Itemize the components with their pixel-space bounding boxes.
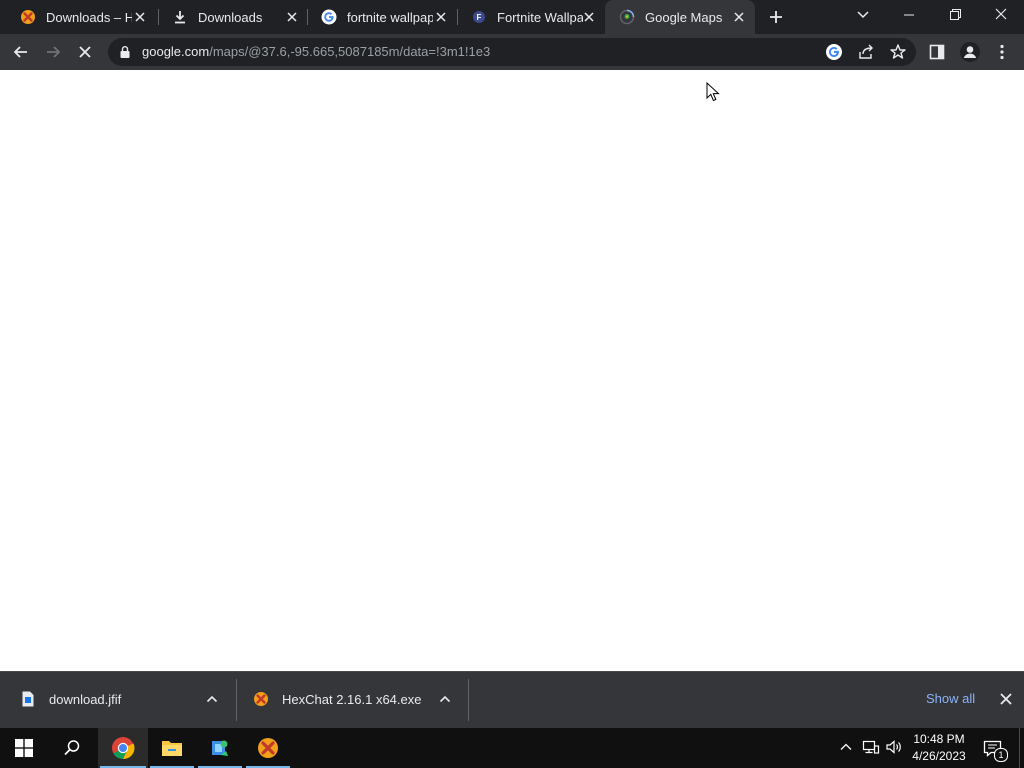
taskbar-network-app[interactable]	[196, 728, 244, 768]
tab-label: Fortnite Wallpap	[497, 9, 583, 25]
chevron-up-icon	[206, 695, 218, 703]
url-host: google.com	[142, 44, 210, 59]
network-app-icon	[212, 740, 228, 756]
tab-label: Downloads	[198, 9, 263, 25]
show-hidden-icons-button[interactable]	[839, 740, 853, 754]
forward-arrow-icon	[47, 46, 61, 58]
tab-label: fortnite wallpap	[347, 9, 433, 25]
profile-button[interactable]	[959, 41, 981, 63]
hexchat-icon	[253, 691, 269, 707]
restore-icon	[950, 9, 961, 20]
chevron-up-icon	[439, 695, 451, 703]
forward-button[interactable]	[43, 42, 63, 62]
action-center-button[interactable]: 1	[983, 739, 1008, 762]
loading-spinner-icon	[619, 9, 635, 25]
stop-loading-button[interactable]	[75, 42, 95, 62]
tab-fortnite-wallpapers[interactable]: F Fortnite Wallpap	[457, 0, 605, 34]
notification-count-badge: 1	[994, 748, 1008, 762]
google-lens-button[interactable]	[825, 43, 843, 61]
download-separator	[236, 679, 237, 721]
bookmark-button[interactable]	[889, 43, 907, 61]
menu-button[interactable]	[995, 43, 1009, 61]
network-icon	[862, 740, 880, 754]
google-icon	[321, 9, 337, 25]
taskbar-hexchat[interactable]	[244, 728, 292, 768]
close-tab-icon[interactable]	[132, 9, 148, 25]
google-icon	[826, 44, 842, 60]
download-filename: HexChat 2.16.1 x64.exe	[282, 691, 422, 707]
show-all-downloads-link[interactable]: Show all	[926, 691, 975, 706]
show-desktop-button[interactable]	[1019, 728, 1024, 768]
download-options-button[interactable]	[205, 692, 219, 706]
close-window-button[interactable]	[988, 4, 1014, 26]
share-icon	[859, 44, 873, 59]
lock-icon[interactable]	[119, 45, 131, 59]
download-item[interactable]: download.jfif	[22, 671, 232, 727]
minimize-button[interactable]	[896, 4, 922, 26]
page-content[interactable]	[0, 70, 1024, 671]
svg-text:F: F	[477, 13, 482, 22]
search-icon	[64, 740, 80, 756]
close-downloads-bar-button[interactable]	[999, 692, 1013, 706]
side-panel-button[interactable]	[928, 43, 946, 61]
chevron-down-icon	[857, 11, 869, 19]
download-separator	[468, 679, 469, 721]
share-button[interactable]	[857, 43, 875, 61]
speaker-icon	[886, 740, 901, 754]
fortnite-site-icon: F	[471, 9, 487, 25]
hexchat-icon	[258, 738, 278, 758]
download-icon	[172, 9, 188, 25]
clock-date: 4/26/2023	[912, 749, 966, 763]
taskbar-chrome[interactable]	[98, 728, 148, 768]
file-icon	[22, 691, 34, 707]
hexchat-icon	[20, 9, 36, 25]
tab-label: Google Maps	[645, 9, 723, 25]
windows-start-icon	[15, 739, 33, 757]
network-status-button[interactable]	[862, 739, 880, 755]
minimize-icon	[904, 14, 914, 16]
close-icon	[995, 8, 1007, 20]
file-explorer-icon	[162, 741, 182, 756]
tab-downloads[interactable]: Downloads	[158, 0, 308, 34]
stop-icon	[79, 46, 91, 58]
clock-time: 10:48 PM	[913, 732, 965, 746]
download-filename: download.jfif	[49, 691, 122, 707]
close-tab-icon[interactable]	[731, 9, 747, 25]
side-panel-icon	[929, 44, 945, 60]
chevron-up-icon	[840, 743, 852, 750]
back-arrow-icon	[13, 46, 27, 58]
plus-icon	[770, 11, 782, 23]
tab-downloads-hexchat[interactable]: Downloads – He	[6, 0, 156, 34]
system-clock[interactable]: 10:48 PM 4/26/2023	[908, 731, 970, 765]
close-tab-icon[interactable]	[284, 9, 300, 25]
close-tab-icon[interactable]	[581, 9, 597, 25]
tab-google-maps[interactable]: Google Maps	[605, 0, 755, 34]
tab-label: Downloads – He	[46, 9, 132, 25]
tab-search-button[interactable]	[853, 7, 873, 23]
close-icon	[1000, 693, 1012, 705]
close-tab-icon[interactable]	[433, 9, 449, 25]
profile-avatar-icon	[960, 42, 980, 62]
back-button[interactable]	[11, 42, 31, 62]
download-item[interactable]: HexChat 2.16.1 x64.exe	[253, 671, 438, 727]
kebab-menu-icon	[1000, 44, 1004, 60]
taskbar-file-explorer[interactable]	[148, 728, 196, 768]
chrome-icon	[112, 737, 135, 760]
restore-button[interactable]	[942, 4, 968, 26]
taskbar-search-button[interactable]	[48, 728, 96, 768]
new-tab-button[interactable]	[766, 7, 786, 27]
url-text[interactable]: google.com/maps/@37.6,-95.665,5087185m/d…	[142, 44, 490, 59]
mouse-cursor-icon	[706, 82, 720, 102]
star-icon	[890, 44, 906, 59]
download-options-button[interactable]	[438, 692, 452, 706]
volume-button[interactable]	[885, 739, 903, 755]
url-path: /maps/@37.6,-95.665,5087185m/data=!3m1!1…	[209, 44, 491, 59]
start-button[interactable]	[0, 728, 48, 768]
tab-fortnite-search[interactable]: fortnite wallpap	[307, 0, 457, 34]
